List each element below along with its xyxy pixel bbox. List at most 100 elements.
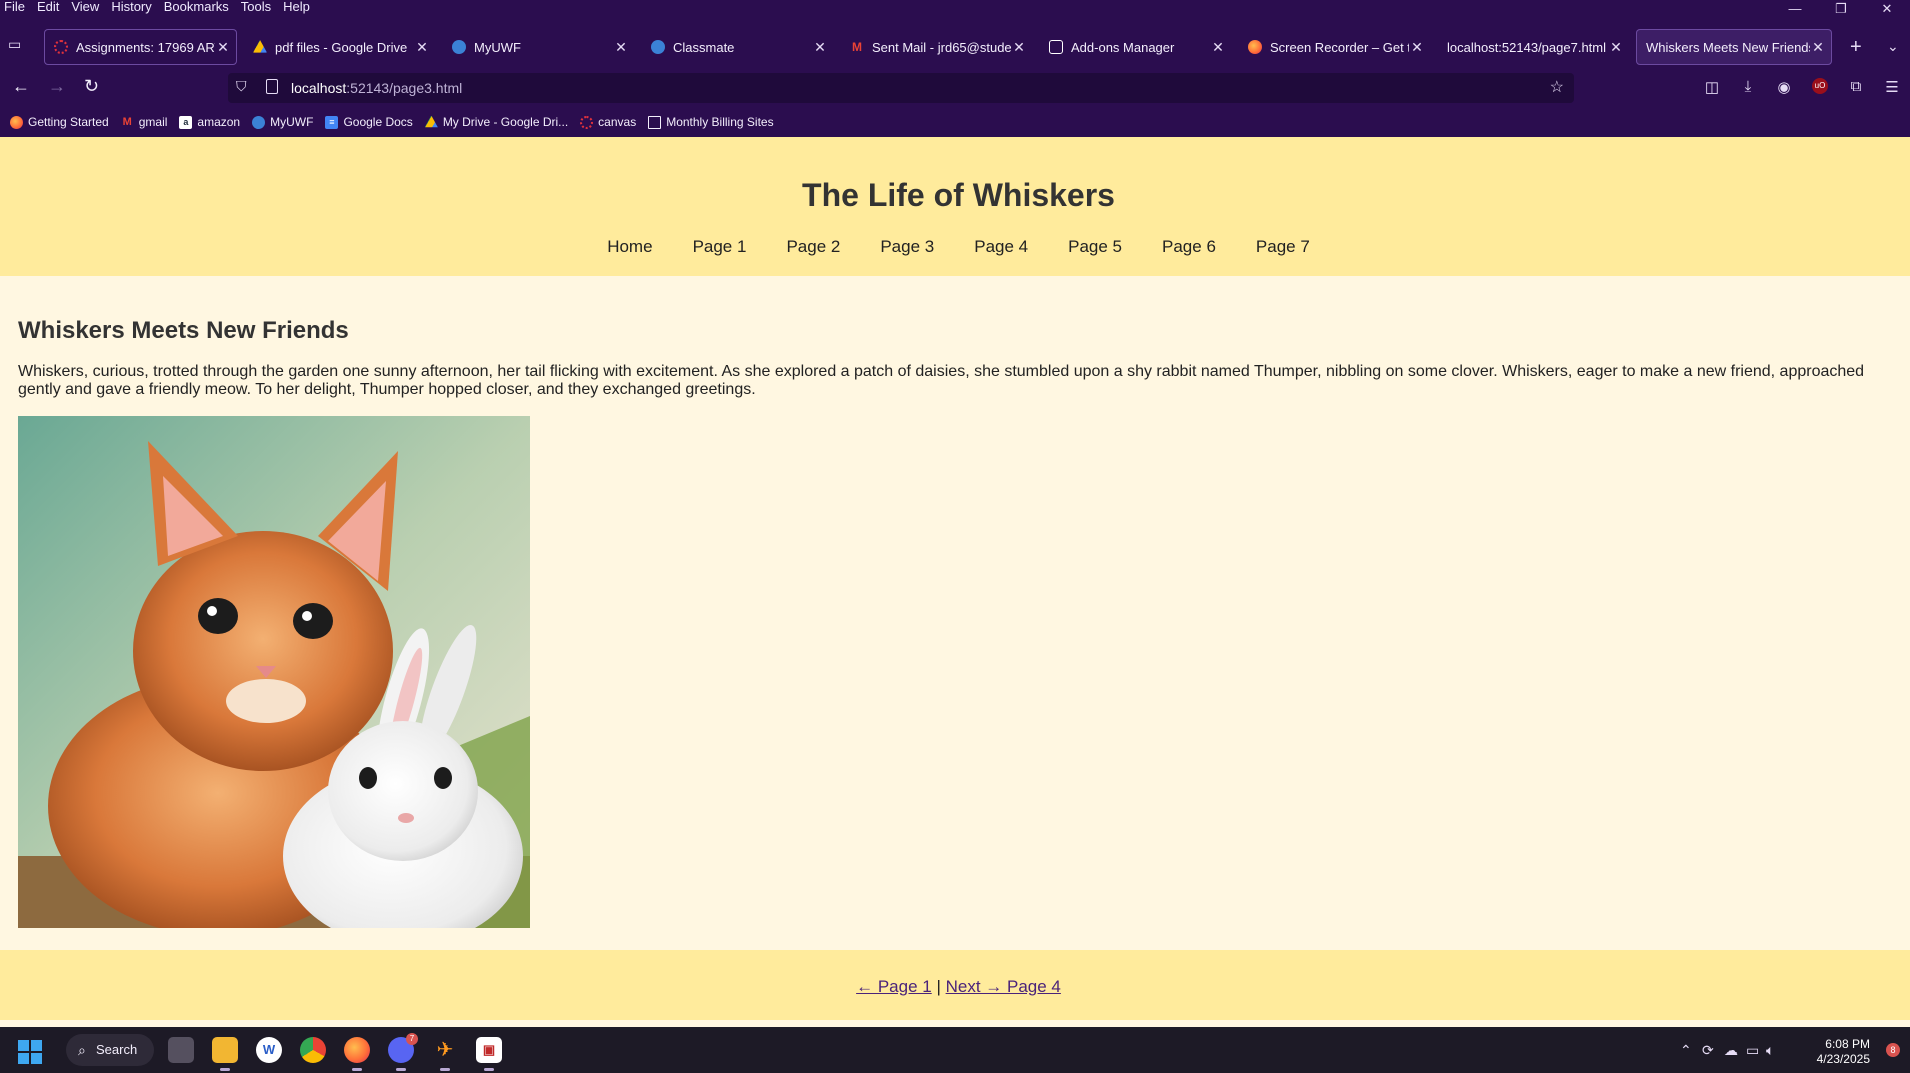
close-tab-icon[interactable]: ✕ <box>1810 39 1826 56</box>
canvas-icon <box>54 40 68 54</box>
menu-tools[interactable]: Tools <box>241 0 271 14</box>
word-app-icon[interactable]: W <box>256 1037 282 1063</box>
minimize-icon[interactable]: — <box>1772 0 1818 18</box>
volume-icon[interactable]: 🔈︎ <box>1766 1042 1774 1059</box>
ublock-icon[interactable]: uO <box>1812 78 1828 94</box>
back-icon[interactable]: ← <box>12 76 30 97</box>
code-editor-icon[interactable]: ▣ <box>476 1037 502 1071</box>
new-tab-icon[interactable]: + <box>1850 36 1862 59</box>
article-text: Whiskers, curious, trotted through the g… <box>18 363 1865 398</box>
restore-icon[interactable]: ❐ <box>1818 0 1864 18</box>
reload-icon[interactable]: ↻ <box>84 76 99 97</box>
tab-myuwf[interactable]: MyUWF ✕ <box>442 29 635 65</box>
close-tab-icon[interactable]: ✕ <box>1210 39 1226 56</box>
firefox-icon[interactable] <box>344 1037 370 1071</box>
close-tab-icon[interactable]: ✕ <box>414 39 430 56</box>
extensions-icon[interactable]: ⧉ <box>1838 78 1874 96</box>
bookmark-amazon[interactable]: a amazon <box>179 115 240 129</box>
tab-assignments[interactable]: Assignments: 17969 ART3 ✕ <box>44 29 237 65</box>
canvas-icon <box>580 115 594 129</box>
close-tab-icon[interactable]: ✕ <box>812 39 828 56</box>
gmail-icon: M <box>852 40 862 54</box>
menu-history[interactable]: History <box>111 0 151 14</box>
bookmark-my-drive[interactable]: My Drive - Google Dri... <box>424 115 569 129</box>
sync-icon[interactable]: ⟳ <box>1702 1042 1714 1059</box>
nav-link-page-7[interactable]: Page 7 <box>1256 237 1310 256</box>
tab-list-icon[interactable]: ▭ <box>8 36 28 54</box>
url-path: :52143/page3.html <box>346 80 463 96</box>
myuwf-icon <box>252 115 266 129</box>
hamburger-menu-icon[interactable]: ☰ <box>1874 78 1910 96</box>
tab-title: Screen Recorder – Get this <box>1270 39 1409 55</box>
nav-link-page-6[interactable]: Page 6 <box>1162 237 1216 256</box>
bookmark-label: Monthly Billing Sites <box>666 115 774 129</box>
bookmark-star-icon[interactable]: ☆ <box>1550 77 1564 97</box>
kitten-and-rabbit-image <box>18 416 530 928</box>
show-hidden-icons-icon[interactable]: ⌃ <box>1680 1042 1692 1059</box>
menu-file[interactable]: File <box>4 0 25 14</box>
close-window-icon[interactable]: ✕ <box>1864 0 1910 18</box>
nav-link-page-3[interactable]: Page 3 <box>880 237 934 256</box>
chrome-icon[interactable] <box>300 1037 326 1063</box>
nav-link-page-5[interactable]: Page 5 <box>1068 237 1122 256</box>
tab-sent-mail[interactable]: M Sent Mail - jrd65@student ✕ <box>840 29 1033 65</box>
pocket-icon[interactable]: ◫ <box>1694 78 1730 96</box>
downloads-icon[interactable]: ⤓ <box>1730 78 1766 96</box>
bookmark-folder-monthly-billing[interactable]: Monthly Billing Sites <box>648 115 774 129</box>
clock[interactable]: 6:08 PM 4/23/2025 <box>1817 1037 1870 1067</box>
close-tab-icon[interactable]: ✕ <box>215 39 231 56</box>
tab-whiskers-active[interactable]: Whiskers Meets New Friends ✕ <box>1636 29 1832 65</box>
bookmark-canvas[interactable]: canvas <box>580 115 636 129</box>
close-tab-icon[interactable]: ✕ <box>1011 39 1027 56</box>
file-explorer-icon[interactable] <box>212 1037 238 1071</box>
discord-icon[interactable]: 7 <box>388 1033 418 1071</box>
tab-title: Sent Mail - jrd65@student <box>872 39 1011 55</box>
account-icon[interactable]: ◉ <box>1766 78 1802 96</box>
bookmark-myuwf[interactable]: MyUWF <box>252 115 313 129</box>
taskbar-search-button[interactable]: ⌕ Search <box>66 1034 154 1066</box>
folder-icon <box>648 115 662 129</box>
network-icon[interactable]: ▭ <box>1746 1042 1759 1059</box>
onedrive-icon[interactable]: ☁ <box>1724 1042 1738 1059</box>
site-header: The Life of Whiskers Home Page 1 Page 2 Pag… <box>0 137 1910 276</box>
nav-link-page-2[interactable]: Page 2 <box>786 237 840 256</box>
bookmark-label: Google Docs <box>343 115 413 129</box>
taskbar: ⌕ Search W 7 ✈ ▣ ⌃ ⟳ ☁ ▭ 🔈︎ 6:08 PM 4/23… <box>0 1027 1910 1073</box>
tab-google-drive[interactable]: pdf files - Google Drive ✕ <box>243 29 436 65</box>
bookmark-gmail[interactable]: M gmail <box>121 115 168 129</box>
list-all-tabs-icon[interactable]: ⌄ <box>1887 38 1899 55</box>
task-view-icon[interactable] <box>168 1037 194 1063</box>
nav-link-home[interactable]: Home <box>607 237 652 256</box>
close-tab-icon[interactable]: ✕ <box>1409 39 1425 56</box>
tab-screen-recorder[interactable]: Screen Recorder – Get this ✕ <box>1238 29 1431 65</box>
close-tab-icon[interactable]: ✕ <box>613 39 629 56</box>
notification-badge[interactable]: 8 <box>1886 1043 1900 1057</box>
menu-bar: File Edit View History Bookmarks Tools H… <box>0 0 318 14</box>
prev-page-link[interactable]: ← Page 1 <box>856 977 932 996</box>
bookmark-google-docs[interactable]: ≡ Google Docs <box>325 115 413 129</box>
clock-time: 6:08 PM <box>1825 1037 1870 1051</box>
forward-icon[interactable]: → <box>48 76 66 97</box>
tab-title: pdf files - Google Drive <box>275 39 408 55</box>
google-drive-icon <box>424 115 438 128</box>
nav-link-page-1[interactable]: Page 1 <box>693 237 747 256</box>
bookmark-label: My Drive - Google Dri... <box>442 115 569 129</box>
shield-icon[interactable]: ⛉ <box>236 78 247 95</box>
web-page: The Life of Whiskers Home Page 1 Page 2 Pag… <box>0 137 1910 1027</box>
menu-view[interactable]: View <box>71 0 99 14</box>
menu-bookmarks[interactable]: Bookmarks <box>164 0 229 14</box>
tab-classmate[interactable]: Classmate ✕ <box>641 29 834 65</box>
next-page-link[interactable]: Next → Page 4 <box>946 977 1061 996</box>
menu-help[interactable]: Help <box>283 0 310 14</box>
menu-edit[interactable]: Edit <box>37 0 59 14</box>
windows-start-icon[interactable] <box>18 1040 42 1064</box>
url-text[interactable]: localhost:52143/page3.html <box>291 80 462 96</box>
search-label: Search <box>96 1042 138 1057</box>
plane-app-icon[interactable]: ✈ <box>432 1037 458 1071</box>
tab-addons[interactable]: Add-ons Manager ✕ <box>1039 29 1232 65</box>
address-bar[interactable]: ⛉ localhost:52143/page3.html ☆ <box>228 73 1574 103</box>
nav-link-page-4[interactable]: Page 4 <box>974 237 1028 256</box>
bookmark-getting-started[interactable]: Getting Started <box>10 115 109 129</box>
close-tab-icon[interactable]: ✕ <box>1608 39 1624 56</box>
tab-page7[interactable]: localhost:52143/page7.html ✕ <box>1437 29 1630 65</box>
